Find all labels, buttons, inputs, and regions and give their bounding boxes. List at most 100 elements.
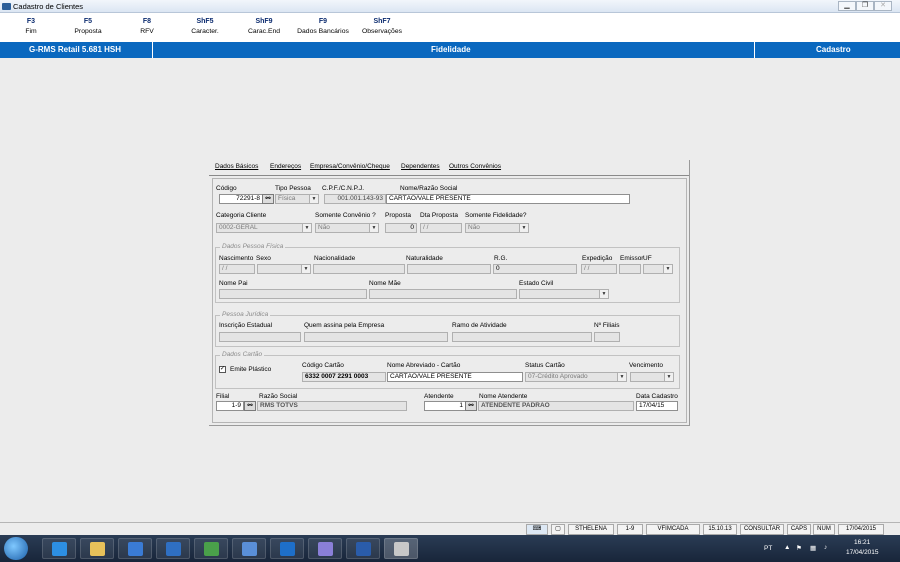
binoculars-icon[interactable]: ⚯ [465, 401, 477, 411]
nascimento-field[interactable]: / / [219, 264, 255, 274]
convenio-label: Somente Convênio ? [315, 212, 376, 219]
proposta-label: Proposta [385, 212, 412, 219]
media-icon[interactable] [118, 538, 152, 559]
restore-button[interactable]: ❐ [856, 1, 874, 11]
dados-cartao-title: Dados Cartão [220, 351, 265, 358]
emite-plastico-checkbox[interactable]: ✓ [219, 366, 226, 373]
emissor-label: Emissor [620, 255, 644, 262]
nome-abrev-label: Nome Abreviado - Cartão [387, 362, 461, 369]
tray-date[interactable]: 17/04/2015 [846, 549, 879, 556]
categoria-label: Categoria Cliente [216, 212, 267, 219]
tipo-pessoa-select[interactable]: Física ▼ [275, 194, 319, 204]
pessoa-juridica-title: Pessoa Jurídica [220, 311, 271, 318]
tab-empresa[interactable]: Empresa/Convênio/Cheque [310, 163, 390, 170]
minimize-button[interactable]: ▁ [838, 1, 856, 11]
status-user: STHELENA [568, 524, 614, 535]
tab-dependentes[interactable]: Dependentes [401, 163, 440, 170]
pessoa-fisica-group: Dados Pessoa Física Nascimento Sexo Naci… [215, 243, 680, 303]
vencimento-select[interactable]: ▼ [630, 372, 674, 382]
fkey-f3[interactable]: F3 Fim [18, 18, 44, 35]
tray-language[interactable]: PT [764, 545, 772, 552]
nome-field[interactable]: CARTÃO/VALE PRESENTE [386, 194, 630, 204]
uf-label: UF [643, 255, 652, 262]
fkey-f8[interactable]: F8 RFV [134, 18, 160, 35]
start-button[interactable] [4, 537, 28, 560]
window-title: Cadastro de Clientes [13, 2, 84, 11]
fkey-shf9[interactable]: ShF9 Carac.End [244, 18, 284, 35]
codigo-cartao-field[interactable]: 6332 0007 2291 0003 [302, 372, 386, 382]
chevron-down-icon: ▼ [664, 373, 673, 381]
fkey-f9[interactable]: F9 Dados Bancários [294, 18, 352, 35]
ramo-label: Ramo de Atividade [452, 322, 507, 329]
expedicao-field[interactable]: / / [581, 264, 617, 274]
tab-dados-basicos[interactable]: Dados Básicos [215, 163, 258, 170]
nome-atendente-field[interactable]: ATENDENTE PADRAO [478, 401, 634, 411]
cpf-field[interactable]: 001.001.143-93 [324, 194, 386, 204]
module-header: G-RMS Retail 5.681 HSH Fidelidade Cadast… [0, 42, 900, 58]
filial-field[interactable]: 1-9 [216, 401, 244, 411]
status-version: 15.10.13 [703, 524, 737, 535]
word-icon[interactable] [346, 538, 380, 559]
atendente-field[interactable]: 1 [424, 401, 466, 411]
vencimento-label: Vencimento [629, 362, 663, 369]
app-icon[interactable] [308, 538, 342, 559]
dtproposta-field[interactable]: / / [420, 223, 462, 233]
flag-icon[interactable]: ⚑ [796, 544, 802, 552]
nome-mae-label: Nome Mãe [369, 280, 401, 287]
nacionalidade-field[interactable] [313, 264, 405, 274]
razao-field[interactable]: RMS TOTVS [257, 401, 407, 411]
status-date: 17/04/2015 [838, 524, 884, 535]
naturalidade-field[interactable] [407, 264, 491, 274]
app-icon [2, 3, 11, 10]
ie-label: Inscrição Estadual [219, 322, 273, 329]
tab-divider [209, 175, 689, 176]
binoculars-icon[interactable]: ⚯ [244, 401, 256, 411]
proposta-field[interactable]: 0 [385, 223, 417, 233]
fkey-shf5[interactable]: ShF5 Caracter. [186, 18, 224, 35]
convenio-select[interactable]: Não ▼ [315, 223, 379, 233]
chevron-down-icon: ▼ [309, 195, 318, 203]
tray-arrow-icon[interactable]: ▲ [784, 544, 790, 551]
volume-icon[interactable]: ♪ [824, 544, 827, 551]
tab-outros-convenios[interactable]: Outros Convênios [449, 163, 501, 170]
mode-title: Cadastro [816, 45, 851, 54]
data-cadastro-field[interactable]: 17/04/15 [636, 401, 678, 411]
binoculars-icon[interactable]: ⚯ [262, 194, 274, 204]
pessoa-fisica-title: Dados Pessoa Física [220, 243, 286, 250]
chevron-down-icon: ▼ [617, 373, 626, 381]
tray-time[interactable]: 16:21 [854, 539, 870, 546]
explorer-icon[interactable] [80, 538, 114, 559]
module-title: Fidelidade [431, 45, 471, 54]
tab-enderecos[interactable]: Endereços [270, 163, 301, 170]
categoria-select[interactable]: 0002-GERAL ▼ [216, 223, 312, 233]
uf-select[interactable]: ▼ [643, 264, 673, 274]
nome-pai-field[interactable] [219, 289, 367, 299]
ramo-field[interactable] [452, 332, 592, 342]
fkey-shf7[interactable]: ShF7 Observações [358, 18, 406, 35]
emissor-field[interactable] [619, 264, 641, 274]
fidelidade-label: Somente Fidelidade? [465, 212, 527, 219]
fkey-f5[interactable]: F5 Proposta [68, 18, 108, 35]
codigo-field[interactable]: 72291-8 [219, 194, 263, 204]
ie-field[interactable] [219, 332, 301, 342]
ie-icon[interactable] [42, 538, 76, 559]
rg-field[interactable]: 0 [493, 264, 577, 274]
lync-icon[interactable] [156, 538, 190, 559]
outlook-icon[interactable] [270, 538, 304, 559]
nome-abrev-field[interactable]: CARTÃO/VALE PRESENTE [387, 372, 523, 382]
close-button[interactable]: ✕ [874, 1, 892, 11]
nome-mae-field[interactable] [369, 289, 517, 299]
rms-icon[interactable] [194, 538, 228, 559]
active-app-icon[interactable] [384, 538, 418, 559]
windows-taskbar: PT ▲ ⚑ ▦ ♪ 16:21 17/04/2015 [0, 535, 900, 562]
assina-field[interactable] [304, 332, 448, 342]
tipo-pessoa-label: Tipo Pessoa [275, 185, 311, 192]
fidelidade-select[interactable]: Não ▼ [465, 223, 529, 233]
filiais-field[interactable] [594, 332, 620, 342]
notes-icon[interactable] [232, 538, 266, 559]
estado-civil-select[interactable]: ▼ [519, 289, 609, 299]
network-icon[interactable]: ▦ [810, 544, 816, 552]
sexo-select[interactable]: ▼ [257, 264, 311, 274]
status-cartao-select[interactable]: 07-Crédito Aprovado ▼ [525, 372, 627, 382]
atendente-label: Atendente [424, 393, 454, 400]
